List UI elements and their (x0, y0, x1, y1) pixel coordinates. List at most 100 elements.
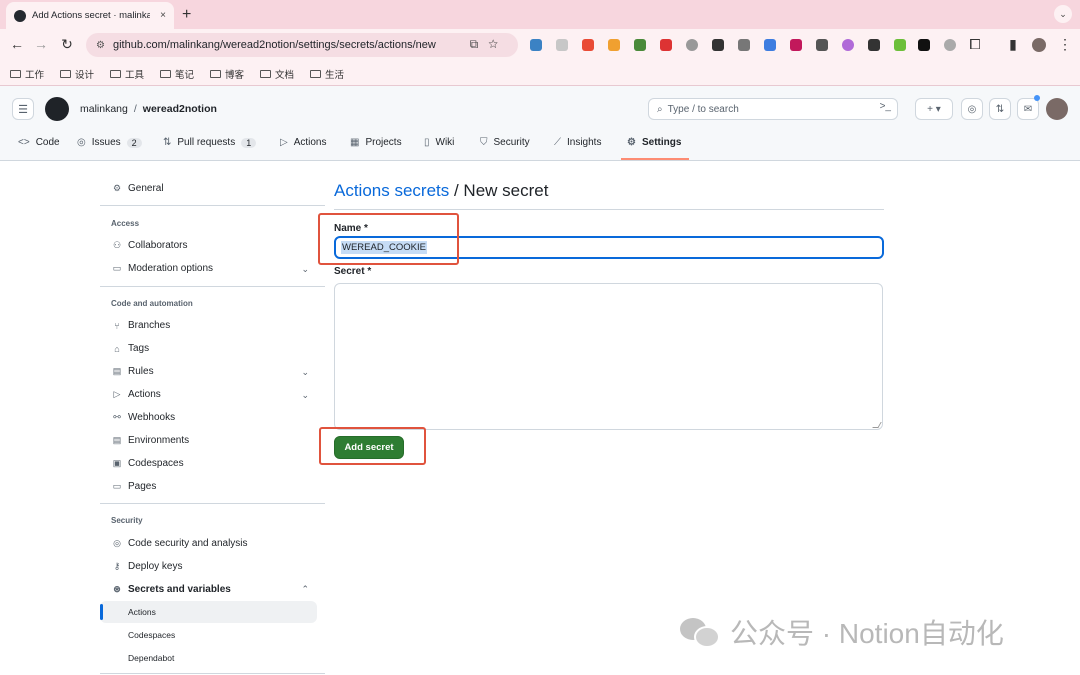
sidebar-subitem-dependabot[interactable]: Dependabot (128, 653, 174, 663)
sidebar-item-pages[interactable]: ▭ Pages (111, 481, 157, 492)
sidebar-item-webhooks[interactable]: ⚯ Webhooks (111, 412, 175, 423)
browser-menu-icon[interactable]: ⋮ (1056, 36, 1074, 53)
section-heading-security: Security (111, 516, 143, 525)
browser-tab[interactable]: Add Actions secret · malinkang × (6, 2, 174, 29)
command-palette-icon[interactable]: >_ (880, 101, 891, 112)
pull-requests-icon[interactable]: ⇅ (989, 98, 1011, 120)
create-new-button[interactable]: + ▾ (915, 98, 953, 120)
sidebar-subitem-codespaces[interactable]: Codespaces (128, 630, 175, 640)
profile-avatar[interactable] (1032, 38, 1046, 52)
folder-icon (60, 70, 71, 78)
bookmark-folder[interactable]: 笔记 (160, 67, 194, 81)
repo-name-link[interactable]: weread2notion (143, 103, 217, 115)
extension-icon[interactable] (842, 39, 854, 51)
tab-security[interactable]: ⛉ Security (480, 137, 530, 148)
site-info-icon[interactable]: ⚙ (96, 40, 105, 51)
branch-icon: ⑂ (114, 320, 120, 331)
sidebar-item-moderation[interactable]: ▭ Moderation options (111, 263, 311, 274)
extension-icon[interactable] (816, 39, 828, 51)
sidebar-item-code-security[interactable]: ◎ Code security and analysis (111, 538, 247, 549)
repo-owner-link[interactable]: malinkang (80, 103, 128, 115)
tab-actions[interactable]: ▷ Actions (280, 137, 327, 148)
user-avatar[interactable] (1046, 98, 1068, 120)
extension-icon[interactable] (660, 39, 672, 51)
highlight-box-name (318, 213, 459, 265)
forward-icon[interactable]: → (32, 36, 50, 52)
table-icon: ▦ (350, 137, 360, 148)
extension-icon[interactable] (918, 39, 930, 51)
sidebar-item-codespaces[interactable]: ▣ Codespaces (111, 458, 184, 469)
tab-search-button[interactable]: ⌄ (1054, 5, 1072, 23)
codescan-icon: ◎ (113, 538, 121, 548)
address-bar[interactable]: ⚙ github.com/malinkang/weread2notion/set… (86, 33, 518, 57)
bookmark-folder[interactable]: 文档 (260, 67, 294, 81)
gear-icon: ⚙ (627, 137, 636, 148)
extension-icon[interactable] (868, 39, 880, 51)
divider (100, 673, 325, 674)
chevron-up-icon[interactable]: ⌃ (301, 584, 309, 595)
gear-icon: ⚙ (112, 183, 122, 193)
download-extension-icon[interactable] (530, 39, 542, 51)
book-icon: ▯ (424, 137, 430, 148)
selected-tab-indicator (621, 158, 689, 160)
tab-close-icon[interactable]: × (160, 10, 166, 21)
new-tab-button[interactable]: + (182, 6, 191, 24)
bookmark-folder[interactable]: 生活 (310, 67, 344, 81)
bookmark-folder[interactable]: 博客 (210, 67, 244, 81)
puzzle-extensions-icon[interactable]: ⧠ (966, 36, 984, 53)
sidebar-item-actions[interactable]: ▷ Actions (111, 389, 161, 400)
translate-extension-icon[interactable] (764, 39, 776, 51)
notification-dot (1034, 95, 1040, 101)
inbox-icon[interactable]: ✉ (1017, 98, 1039, 120)
tab-insights[interactable]: ⟋ Insights (554, 137, 601, 148)
tab-pull-requests[interactable]: ⇅ Pull requests 1 (163, 137, 257, 148)
extension-icon[interactable] (944, 39, 956, 51)
shield-icon: ⛉ (480, 137, 488, 148)
tab-settings[interactable]: ⚙ Settings (627, 137, 681, 148)
tab-issues[interactable]: ◎ Issues 2 (77, 137, 142, 148)
extension-icon[interactable] (894, 39, 906, 51)
extension-icon[interactable] (634, 39, 646, 51)
reload-icon[interactable]: ↻ (58, 36, 76, 53)
sidebar-subitem-actions[interactable]: Actions (128, 607, 156, 617)
tab-code[interactable]: <> Code (18, 137, 60, 148)
sidebar-item-branches[interactable]: ⑂ Branches (111, 320, 170, 331)
chevron-down-icon[interactable]: ⌄ (301, 390, 309, 401)
bookmark-star-icon[interactable]: ⧉☆ (470, 37, 508, 52)
bookmark-folder[interactable]: 工具 (110, 67, 144, 81)
tab-projects[interactable]: ▦ Projects (350, 137, 402, 148)
chevron-down-icon[interactable]: ⌄ (301, 367, 309, 378)
page-title: Actions secrets / New secret (334, 181, 548, 201)
actions-secrets-link[interactable]: Actions secrets (334, 181, 449, 200)
extension-icon[interactable] (582, 39, 594, 51)
bookmark-folder[interactable]: 设计 (60, 67, 94, 81)
back-icon[interactable]: ← (8, 36, 26, 52)
browser-icon: ▭ (112, 481, 122, 491)
extension-icon[interactable] (686, 39, 698, 51)
bookmarks-bar: 工作 设计 工具 笔记 博客 文档 生活 (0, 61, 1080, 86)
sidebar-item-secrets[interactable]: ⊛ Secrets and variables (111, 584, 231, 595)
section-heading-code: Code and automation (111, 299, 193, 308)
extension-icon[interactable] (608, 39, 620, 51)
sidebar-item-collaborators[interactable]: ⚇ Collaborators (111, 240, 188, 251)
extension-icon[interactable] (790, 39, 802, 51)
issues-icon[interactable]: ◎ (961, 98, 983, 120)
side-panel-icon[interactable]: ▮ (1004, 36, 1022, 53)
search-input[interactable]: ⌕ Type / to search >_ (648, 98, 898, 120)
github-logo-icon[interactable] (45, 97, 69, 121)
sidebar-item-deploy-keys[interactable]: ⚷ Deploy keys (111, 561, 183, 572)
secret-textarea[interactable] (334, 283, 883, 430)
folder-icon (10, 70, 21, 78)
chevron-down-icon[interactable]: ⌄ (301, 264, 309, 275)
sidebar-item-rules[interactable]: ▤ Rules (111, 366, 154, 377)
sidebar-item-tags[interactable]: ⌂ Tags (111, 343, 149, 354)
browser-chrome: Add Actions secret · malinkang × + ⌄ ← →… (0, 0, 1080, 86)
extension-icon[interactable] (738, 39, 750, 51)
sidebar-item-environments[interactable]: ▤ Environments (111, 435, 189, 446)
extension-icon[interactable] (556, 39, 568, 51)
bookmark-folder[interactable]: 工作 (10, 67, 44, 81)
tab-wiki[interactable]: ▯ Wiki (424, 137, 454, 148)
hamburger-menu-icon[interactable]: ☰ (12, 98, 34, 120)
sidebar-item-general[interactable]: ⚙ General (111, 183, 164, 194)
extension-icon[interactable] (712, 39, 724, 51)
